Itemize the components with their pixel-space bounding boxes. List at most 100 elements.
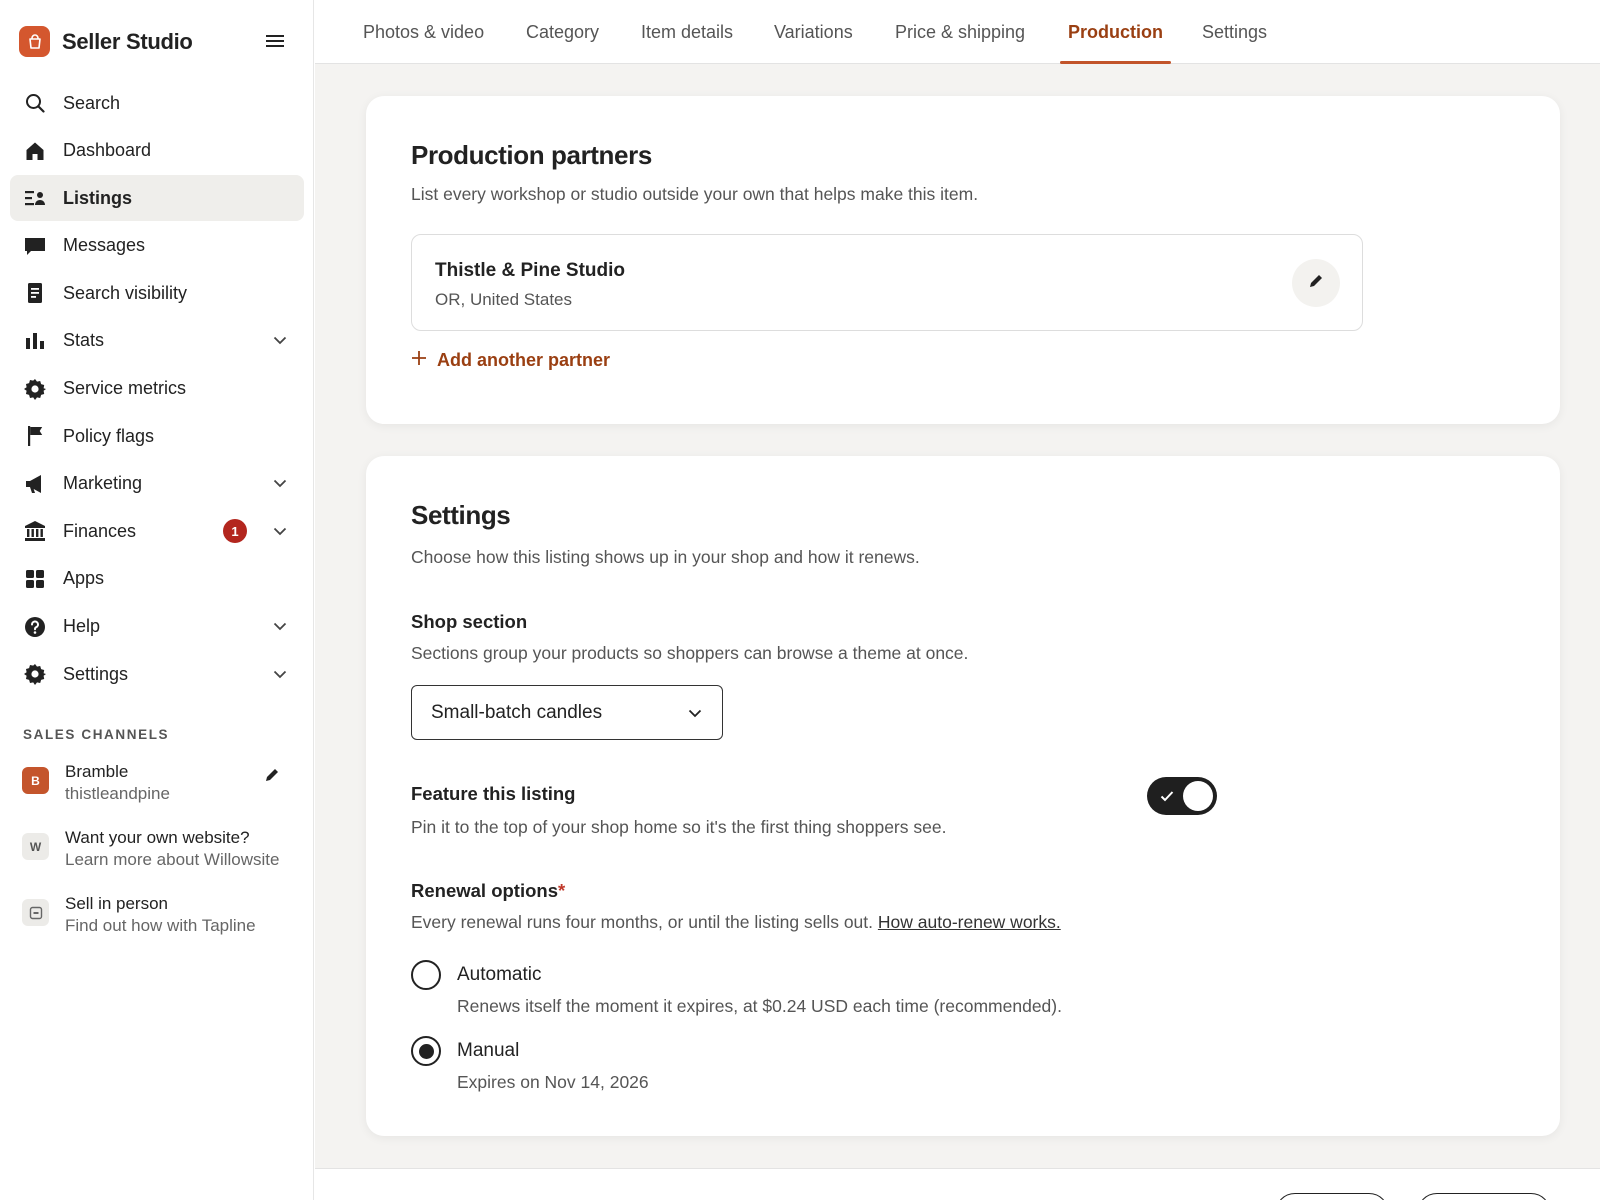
sidebar-item-label: Dashboard (63, 140, 152, 161)
chevron-down-icon[interactable] (270, 474, 290, 494)
sidebar-item-apps[interactable]: Apps (10, 556, 304, 602)
footer-button-secondary[interactable] (1275, 1193, 1389, 1200)
bank-icon (24, 520, 46, 542)
sidebar-item-stats[interactable]: Stats (10, 318, 304, 364)
footer-button-primary[interactable] (1417, 1193, 1551, 1200)
help-icon (24, 616, 46, 638)
sidebar-item-label: Search visibility (63, 282, 188, 303)
grid-icon (24, 568, 46, 590)
tab-variations[interactable]: Variations (766, 0, 861, 64)
radio-manual[interactable] (411, 1036, 441, 1066)
bar-chart-icon (24, 330, 46, 352)
flag-icon (24, 425, 46, 447)
sidebar-item-finances[interactable]: Finances 1 (10, 508, 304, 554)
channel-tapline[interactable]: Sell in person Find out how with Tapline (22, 893, 292, 937)
settings-subtitle: Choose how this listing shows up in your… (411, 547, 920, 567)
chevron-down-icon[interactable] (270, 521, 290, 541)
hamburger-menu-icon[interactable] (262, 28, 288, 54)
chevron-down-icon[interactable] (270, 664, 290, 684)
sidebar-item-messages[interactable]: Messages (10, 223, 304, 269)
sales-channels-heading: SALES CHANNELS (23, 727, 170, 742)
sidebar-item-listings[interactable]: Listings (10, 175, 304, 222)
main-content: Photos & video Category Item details Var… (315, 0, 1600, 1200)
sidebar: Seller Studio Search Dashboard Listings … (0, 0, 314, 1200)
renewal-options-desc: Every renewal runs four months, or until… (411, 912, 1061, 933)
radio-label: Automatic (457, 964, 542, 985)
sidebar-item-dashboard[interactable]: Dashboard (10, 128, 304, 174)
renewal-desc-text: Every renewal runs four months, or until… (411, 912, 874, 932)
renewal-option-manual[interactable]: Manual Expires on Nov 14, 2026 (411, 1036, 649, 1093)
settings-title: Settings (411, 500, 511, 530)
channel-subtext: Find out how with Tapline (65, 916, 256, 935)
tab-price-shipping[interactable]: Price & shipping (887, 0, 1033, 64)
tab-production[interactable]: Production (1060, 0, 1171, 64)
channel-subtext: Learn more about Willowsite (65, 850, 280, 869)
auto-renew-help-link[interactable]: How auto-renew works. (878, 912, 1061, 932)
pencil-icon[interactable] (262, 765, 282, 785)
chevron-down-icon[interactable] (270, 331, 290, 351)
plus-icon (411, 350, 427, 371)
listings-icon (24, 187, 46, 209)
feature-listing-toggle[interactable] (1147, 777, 1217, 815)
sidebar-item-search[interactable]: Search (10, 80, 304, 126)
sidebar-item-marketing[interactable]: Marketing (10, 461, 304, 507)
channel-name: Want your own website? (65, 828, 250, 847)
gear-icon (24, 663, 46, 686)
production-partners-subtitle: List every workshop or studio outside yo… (411, 184, 979, 204)
radio-desc: Expires on Nov 14, 2026 (457, 1072, 649, 1092)
sidebar-item-help[interactable]: Help (10, 604, 304, 650)
megaphone-icon (24, 473, 46, 495)
radio-desc: Renews itself the moment it expires, at … (457, 996, 1062, 1016)
renewal-options-title: Renewal options* (411, 880, 565, 902)
shopping-bag-icon (19, 26, 50, 57)
tab-photos-video[interactable]: Photos & video (355, 0, 492, 64)
radio-label: Manual (457, 1040, 520, 1061)
tab-item-details[interactable]: Item details (633, 0, 741, 64)
chevron-down-icon (685, 703, 705, 723)
check-icon (1159, 788, 1175, 804)
message-icon (24, 235, 46, 257)
tab-category[interactable]: Category (518, 0, 607, 64)
channel-avatar: W (22, 833, 49, 860)
tab-settings[interactable]: Settings (1194, 0, 1275, 64)
home-icon (24, 140, 46, 162)
footer-action-bar (315, 1168, 1600, 1200)
sidebar-item-label: Marketing (63, 473, 143, 494)
sidebar-item-label: Service metrics (63, 378, 187, 399)
shop-section-select[interactable]: Small-batch candles (411, 685, 723, 740)
sidebar-item-label: Messages (63, 235, 146, 256)
sidebar-item-label: Listings (63, 187, 133, 208)
brand[interactable]: Seller Studio (19, 26, 193, 57)
sidebar-item-label: Search (63, 92, 121, 113)
brand-name: Seller Studio (62, 28, 193, 54)
search-icon (24, 92, 46, 114)
production-partners-card: Production partners List every workshop … (366, 96, 1560, 424)
sidebar-item-label: Settings (63, 663, 129, 684)
sidebar-item-service-metrics[interactable]: Service metrics (10, 366, 304, 412)
sidebar-item-settings[interactable]: Settings (10, 651, 304, 697)
chevron-down-icon[interactable] (270, 617, 290, 637)
edit-partner-button[interactable] (1292, 259, 1340, 307)
add-partner-button[interactable]: Add another partner (411, 350, 610, 371)
sidebar-item-label: Stats (63, 330, 105, 351)
radio-automatic[interactable] (411, 960, 441, 990)
sidebar-item-policy-flags[interactable]: Policy flags (10, 413, 304, 459)
production-partners-title: Production partners (411, 140, 652, 170)
partner-card: Thistle & Pine Studio OR, United States (411, 234, 1363, 331)
sidebar-item-search-visibility[interactable]: Search visibility (10, 270, 304, 316)
sidebar-item-label: Finances (63, 520, 137, 541)
channel-bramble[interactable]: B Bramble thistleandpine (22, 761, 292, 805)
sidebar-item-label: Help (63, 616, 101, 637)
feature-listing-title: Feature this listing (411, 783, 576, 804)
channel-name: Sell in person (65, 894, 169, 913)
channel-avatar: B (22, 767, 49, 794)
partner-name: Thistle & Pine Studio (435, 260, 626, 281)
renewal-option-automatic[interactable]: Automatic Renews itself the moment it ex… (411, 960, 1062, 1017)
gear-icon (24, 378, 46, 400)
sidebar-nav: Search Dashboard Listings Messages Searc… (10, 80, 304, 699)
partner-location: OR, United States (435, 290, 573, 309)
renewal-options-label: Renewal options (411, 880, 558, 901)
feature-listing-desc: Pin it to the top of your shop home so i… (411, 817, 947, 837)
shop-section-value: Small-batch candles (431, 701, 603, 723)
channel-willowsite[interactable]: W Want your own website? Learn more abou… (22, 827, 292, 871)
